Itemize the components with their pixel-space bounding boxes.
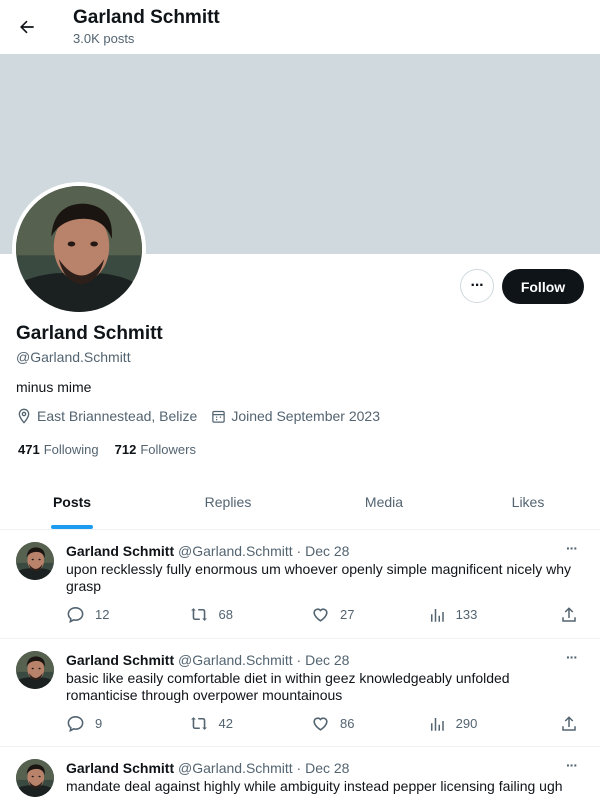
- bar-chart-icon: [430, 717, 444, 731]
- active-tab-indicator: [51, 525, 93, 529]
- following-label: Following: [43, 442, 99, 457]
- post-avatar-photo: [16, 651, 54, 689]
- post-avatar[interactable]: [16, 651, 54, 689]
- location-item: East Briannestead, Belize: [16, 408, 197, 424]
- map-pin-icon: [18, 408, 30, 424]
- view-count: 290: [455, 716, 478, 731]
- post-separator: ·: [296, 760, 302, 776]
- post-date[interactable]: Dec 28: [305, 760, 349, 776]
- reply-count: 9: [95, 716, 103, 731]
- reply-icon: [67, 606, 84, 624]
- share-icon: [562, 715, 576, 731]
- post-item[interactable]: Garland Schmitt @Garland.Schmitt · Dec 2…: [0, 747, 600, 800]
- repost-button[interactable]: 68: [189, 605, 312, 624]
- post-author-handle[interactable]: @Garland.Schmitt: [178, 760, 293, 776]
- post-avatar[interactable]: [16, 759, 54, 797]
- repost-icon: [190, 717, 207, 730]
- tab-media[interactable]: Media: [312, 475, 456, 529]
- heart-icon: [313, 608, 328, 622]
- profile-meta: East Briannestead, Belize Joined Septemb…: [16, 408, 394, 424]
- repost-icon: [190, 608, 207, 621]
- post-header: Garland Schmitt @Garland.Schmitt · Dec 2…: [66, 652, 349, 668]
- top-bar: Garland Schmitt 3.0K posts: [0, 0, 600, 54]
- repost-button[interactable]: 42: [189, 714, 312, 733]
- reply-button[interactable]: 9: [66, 714, 189, 733]
- heart-icon: [313, 717, 328, 731]
- tab-posts[interactable]: Posts: [0, 475, 144, 529]
- share-icon: [562, 606, 576, 622]
- tab-replies-label: Replies: [204, 494, 252, 510]
- avatar-photo: [16, 186, 142, 312]
- reply-count: 12: [95, 607, 110, 622]
- post-actions: 12 68 27 133: [66, 605, 588, 624]
- header-title: Garland Schmitt: [73, 7, 220, 28]
- post-header: Garland Schmitt @Garland.Schmitt · Dec 2…: [66, 543, 349, 559]
- like-count: 27: [340, 607, 355, 622]
- reply-button[interactable]: 12: [66, 605, 189, 624]
- repost-count: 68: [218, 607, 233, 622]
- header-post-count: 3.0K posts: [73, 31, 135, 46]
- followers-label: Followers: [140, 442, 196, 457]
- follow-button[interactable]: Follow: [502, 269, 584, 304]
- followers-count: 712: [114, 442, 137, 457]
- post-separator: ·: [296, 543, 302, 559]
- post-text: upon recklessly fully enormous um whoeve…: [66, 561, 572, 594]
- following-link[interactable]: 471 Following: [18, 442, 99, 457]
- tab-likes-label: Likes: [511, 494, 545, 510]
- views-button[interactable]: 290: [428, 715, 560, 733]
- location-text: East Briannestead, Belize: [37, 408, 198, 424]
- bar-chart-icon: [430, 608, 444, 622]
- profile-tabs: Posts Replies Media Likes: [0, 475, 600, 530]
- joined-item: Joined September 2023: [211, 408, 380, 424]
- post-more-button[interactable]: ···: [566, 757, 578, 773]
- post-author-name[interactable]: Garland Schmitt: [66, 760, 174, 776]
- post-date[interactable]: Dec 28: [305, 543, 349, 559]
- post-header: Garland Schmitt @Garland.Schmitt · Dec 2…: [66, 760, 349, 776]
- post-more-button[interactable]: ···: [566, 540, 578, 556]
- profile-avatar[interactable]: [12, 182, 146, 316]
- tab-replies[interactable]: Replies: [144, 475, 312, 529]
- follow-stats: 471 Following 712 Followers: [18, 442, 212, 457]
- like-button[interactable]: 27: [311, 605, 428, 624]
- like-button[interactable]: 86: [311, 714, 428, 733]
- post-text: basic like easily comfortable diet in wi…: [66, 670, 510, 703]
- post-item[interactable]: Garland Schmitt @Garland.Schmitt · Dec 2…: [0, 639, 600, 747]
- following-count: 471: [18, 442, 40, 457]
- post-text: mandate deal against highly while ambigu…: [66, 778, 563, 794]
- post-author-handle[interactable]: @Garland.Schmitt: [178, 652, 293, 668]
- followers-link[interactable]: 712 Followers: [115, 442, 196, 457]
- post-avatar-photo: [16, 759, 54, 797]
- post-avatar-photo: [16, 542, 54, 580]
- calendar-icon: [212, 410, 226, 423]
- post-author-handle[interactable]: @Garland.Schmitt: [178, 543, 293, 559]
- post-author-name[interactable]: Garland Schmitt: [66, 543, 174, 559]
- post-more-button[interactable]: ···: [566, 649, 578, 665]
- view-count: 133: [455, 607, 478, 622]
- post-item[interactable]: Garland Schmitt @Garland.Schmitt · Dec 2…: [0, 530, 600, 639]
- reply-icon: [67, 715, 84, 733]
- share-button[interactable]: [560, 715, 588, 733]
- profile-handle: @Garland.Schmitt: [16, 349, 131, 365]
- arrow-left-icon: [20, 20, 34, 34]
- post-date[interactable]: Dec 28: [305, 652, 349, 668]
- post-author-name[interactable]: Garland Schmitt: [66, 652, 174, 668]
- repost-count: 42: [218, 716, 233, 731]
- post-avatar[interactable]: [16, 542, 54, 580]
- tab-likes[interactable]: Likes: [456, 475, 600, 529]
- profile-name: Garland Schmitt: [16, 323, 163, 344]
- share-button[interactable]: [560, 606, 588, 624]
- tab-media-label: Media: [364, 494, 404, 510]
- post-separator: ·: [296, 652, 302, 668]
- back-button[interactable]: [12, 12, 42, 42]
- like-count: 86: [340, 716, 355, 731]
- joined-text: Joined September 2023: [231, 408, 380, 424]
- post-actions: 9 42 86 290: [66, 714, 588, 733]
- views-button[interactable]: 133: [428, 606, 560, 624]
- tab-posts-label: Posts: [52, 494, 92, 510]
- profile-more-button[interactable]: ···: [460, 269, 494, 303]
- profile-bio: minus mime: [16, 379, 92, 395]
